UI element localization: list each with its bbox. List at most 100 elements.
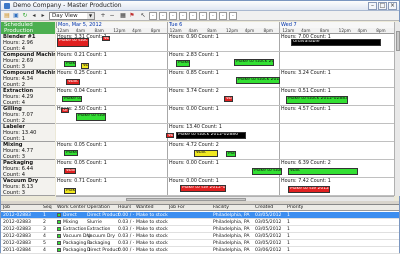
table-row[interactable]: 2012-02883 2 Mixing Slurrie 0.03 / - Make to … [1, 219, 399, 226]
column-header[interactable]: Hours [118, 205, 131, 211]
resource-row[interactable]: Mixing Hours: 4.77 Count: 3 [1, 142, 55, 160]
maximize-button[interactable]: □ [378, 2, 387, 10]
column-header[interactable]: Operation [87, 205, 110, 211]
jobs-table-header: Job Seq Work Center Operation Hours Wanted Job… [1, 205, 399, 211]
tool-icon-2[interactable]: · [159, 12, 167, 20]
day-stat: Hours: 0.85 Count: 1 [169, 70, 219, 76]
day-stat: Hours: 4.57 Count: 1 [281, 106, 331, 112]
workcenter-cell: Mixing [63, 220, 79, 225]
hours-cell: 0.00 / - [118, 213, 135, 218]
table-row[interactable]: 2012-02883 1 Direct Direct Product 0.00 / -M… [1, 212, 399, 219]
resource-row[interactable]: Extraction Hours: 4.29 Count: 4 [1, 88, 55, 106]
resource-row[interactable]: Vacuum Dry Hours: 8.13 Count: 3 [1, 178, 55, 196]
facility-cell: Philadelphia, PA [213, 213, 250, 218]
schedule-block[interactable]: Make to stock 2012-02881 [62, 96, 82, 102]
schedule-block[interactable]: Wait [224, 96, 233, 102]
window-title: Demo Company - Master Production [13, 2, 122, 9]
table-row[interactable]: 2012-02883 3 Extraction Extraction 0.03 / -M… [1, 226, 399, 233]
schedule-block[interactable]: Wait [66, 79, 80, 85]
workcenter-color-swatch [57, 234, 61, 238]
schedule-block[interactable]: Wait [166, 133, 174, 138]
resource-list: Scheduled Production Blender #1 Hours: 2.… [1, 22, 55, 196]
wanted-cell: Make to stock [136, 213, 168, 218]
tool-icon-1[interactable]: · [149, 12, 157, 20]
schedule-block[interactable]: Wait [81, 63, 89, 69]
tool-icon-7[interactable]: · [209, 12, 217, 20]
schedule-block[interactable]: Wait [288, 168, 358, 175]
resource-row[interactable]: Labeler Hours: 13.40 Count: 1 [1, 124, 55, 142]
created-cell: 03/05/2012 [255, 220, 282, 225]
day-stat: Hours: 0.21 Count: 1 [57, 52, 107, 58]
vertical-scroll-thumb[interactable] [396, 31, 400, 51]
tool-icon-5[interactable]: · [189, 12, 197, 20]
seq-cell: 3 [43, 227, 46, 232]
resource-row[interactable]: Blender #1 Hours: 2.96 Count: 4 [1, 34, 55, 52]
schedule-block[interactable]: Make to stock 2012-02886 [176, 132, 246, 139]
minimize-button[interactable]: – [368, 2, 377, 10]
column-header[interactable]: Priority [287, 205, 303, 211]
title-bar: Demo Company - Master Production – □ × [1, 1, 399, 11]
schedule-block[interactable]: Make to stock 2012-02883 [76, 113, 106, 121]
hours-cell: 0.03 / - [118, 227, 135, 232]
resource-row[interactable]: Compound Machine Hours: 2.69 Count: 3 [1, 52, 55, 70]
column-header[interactable]: Work Center [57, 205, 86, 211]
wanted-cell: Make to stock [136, 234, 168, 239]
column-header[interactable]: Job For [169, 205, 185, 211]
schedule-block[interactable]: Make to ste 2012-02... [288, 186, 330, 193]
tool-icon-6[interactable]: · [199, 12, 207, 20]
column-header[interactable]: Wanted [136, 205, 154, 211]
save-icon[interactable]: ▣ [12, 12, 20, 20]
tool-icon-8[interactable]: · [219, 12, 227, 20]
resource-row[interactable]: Compound Machine Hours: 4.34 Count: 2 [1, 70, 55, 88]
gantt-chart[interactable]: Mon, Mar 5, 2012 Tue 6 Wed 7 12am 4am 8am 1… [56, 22, 394, 196]
schedule-block[interactable]: Make to stock 2012-02885 [64, 188, 76, 194]
job-cell: 2012-02883 [3, 213, 31, 218]
column-header[interactable]: Job [3, 205, 10, 211]
schedule-block[interactable]: Make to stock 2012-02883 [286, 96, 348, 104]
schedule-block[interactable]: Make to stock 2012-02888 [252, 168, 282, 175]
schedule-block[interactable]: Unavailable [291, 39, 381, 46]
schedule-block[interactable]: Unavailable [61, 108, 69, 113]
flag-icon[interactable]: ⚑ [128, 12, 136, 20]
close-button[interactable]: × [388, 2, 397, 10]
column-header[interactable]: Seq [43, 205, 52, 211]
zoom-out-icon[interactable]: − [108, 12, 116, 20]
schedule-block[interactable]: Make to stock 2012-00762 [57, 38, 89, 47]
resource-row[interactable]: Packaging Hours: 6.44 Count: 4 [1, 160, 55, 178]
view-select[interactable]: Day View ▼ [49, 12, 95, 20]
folder-icon[interactable]: ▤ [3, 12, 11, 20]
schedule-block[interactable]: Make to stock 2012-02884 [234, 59, 274, 66]
column-header[interactable]: Facility [213, 205, 229, 211]
table-row[interactable]: 2012-02883 5 Packaging 1 Packaging 0.03 / -M… [1, 240, 399, 247]
schedule-block[interactable]: Make to ste 2012-02... [180, 185, 226, 192]
resource-row[interactable]: Gilling Hours: 7.07 Count: 2 [1, 106, 55, 124]
resource-count: Count: 3 [3, 190, 26, 197]
forward-icon[interactable]: ▸ [39, 12, 47, 20]
schedule-block[interactable]: Make to stock 2012-02885 [236, 77, 280, 84]
day-stat: Hours: 6.39 Count: 2 [281, 160, 331, 166]
calendar-icon[interactable]: ▦ [119, 12, 127, 20]
table-row[interactable]: 2012-02883 4 Vacuum Dry Vacuum Dry 0.03 / -M… [1, 233, 399, 240]
day-stat: Hours: 0.71 Count: 1 [57, 178, 107, 184]
day-stat: Hours: 13.40 Count: 1 [169, 124, 222, 130]
schedule-block[interactable]: Wait [102, 36, 110, 41]
day-stat: Hours: 2.83 Count: 1 [169, 52, 219, 58]
vertical-scrollbar[interactable] [394, 22, 400, 196]
tool-icon-4[interactable]: · [179, 12, 187, 20]
zoom-in-icon[interactable]: + [99, 12, 107, 20]
tool-icon-9[interactable]: · [229, 12, 237, 20]
facility-cell: Philadelphia, PA [213, 227, 250, 232]
schedule-block[interactable]: Make to stock [64, 150, 78, 156]
schedule-block[interactable]: Wait [64, 168, 76, 174]
seq-cell: 5 [43, 241, 46, 246]
schedule-block[interactable]: Make to stock 2012-02... [64, 61, 76, 67]
back-icon[interactable]: ◂ [30, 12, 38, 20]
schedule-block[interactable]: Make to stock 2012-02887 [226, 151, 236, 157]
refresh-icon[interactable]: ↻ [21, 12, 29, 20]
pointer-icon[interactable]: ↖ [139, 12, 147, 20]
column-header[interactable]: Created [255, 205, 273, 211]
schedule-block[interactable]: Make to stock 2012-02... [176, 60, 190, 67]
tool-icon-3[interactable]: · [169, 12, 177, 20]
schedule-block[interactable]: Wait [194, 150, 218, 157]
workcenter-color-swatch [57, 213, 61, 217]
